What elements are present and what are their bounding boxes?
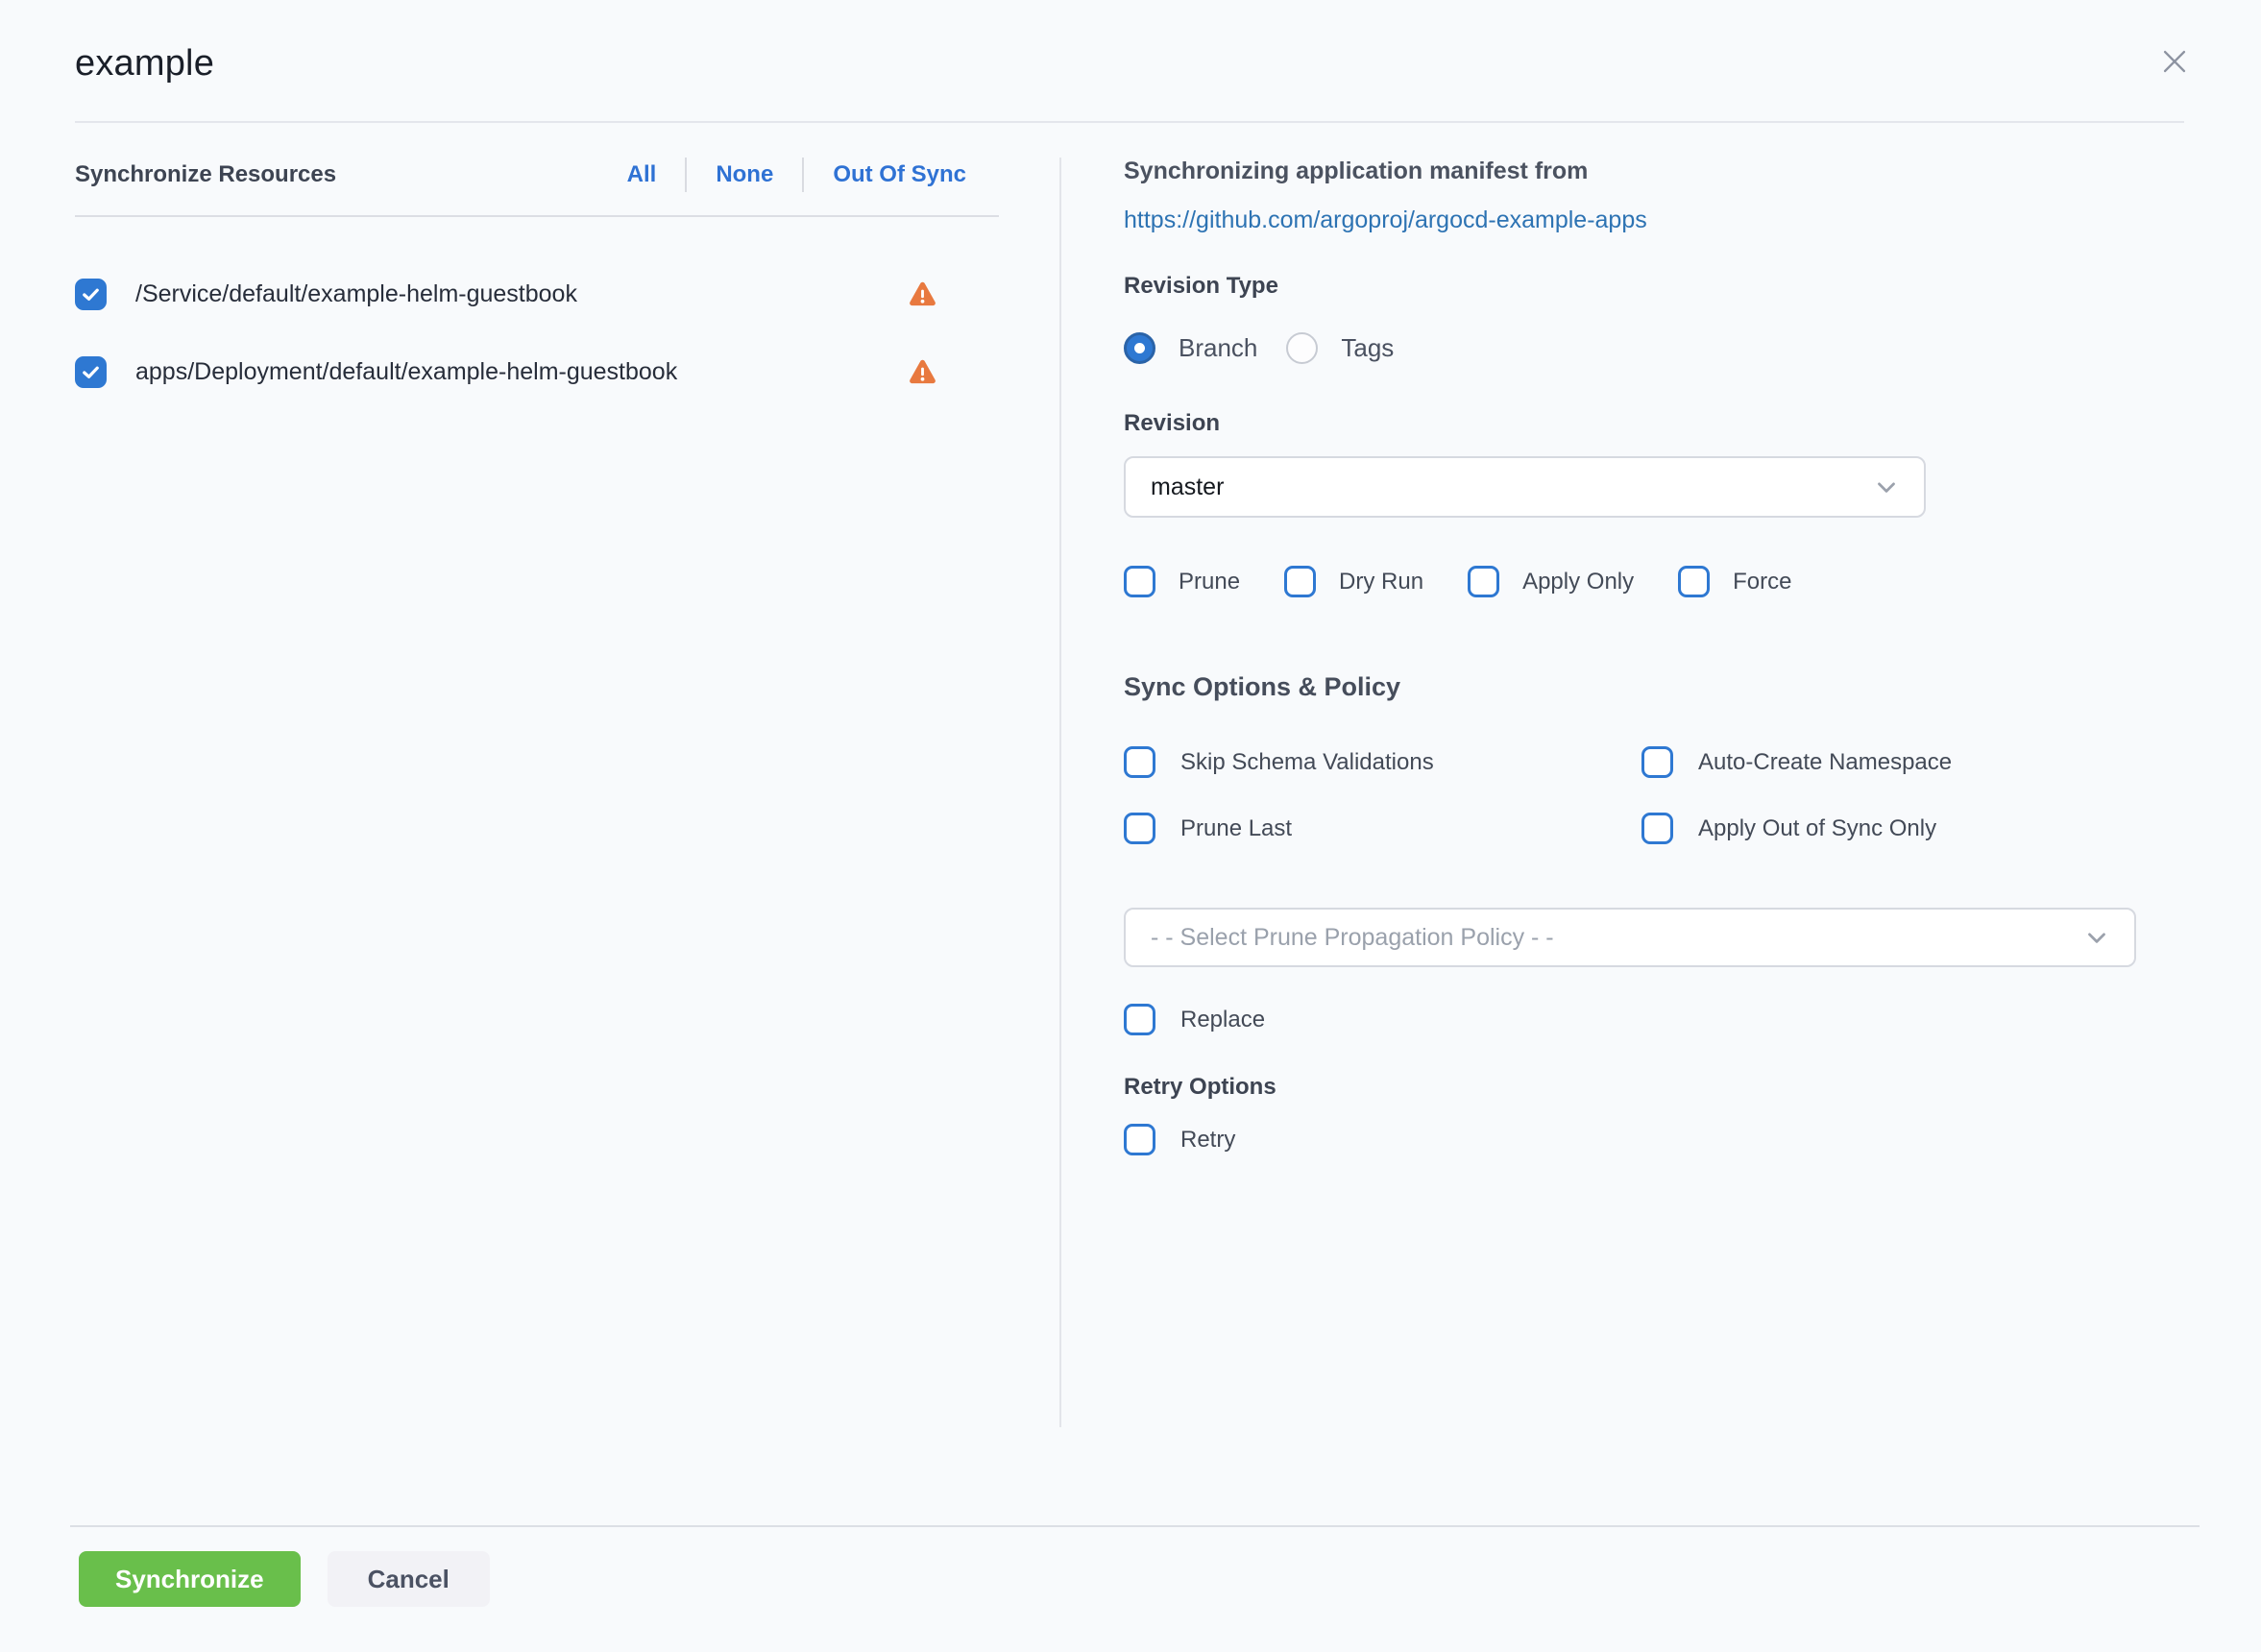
- prune-propagation-policy-select[interactable]: - - Select Prune Propagation Policy - -: [1124, 908, 2136, 967]
- resources-panel: Synchronize Resources All None Out Of Sy…: [75, 158, 999, 388]
- column-divider: [1059, 158, 1061, 1427]
- close-icon[interactable]: [2153, 40, 2196, 83]
- apply-only-label: Apply Only: [1522, 569, 1634, 595]
- option-skip-schema-validations[interactable]: Skip Schema Validations: [1124, 746, 1641, 778]
- sync-panel: example Synchronize Resources All None O…: [0, 0, 2261, 1652]
- filter-all[interactable]: All: [627, 161, 657, 188]
- sync-options-grid: Skip Schema Validations Auto-Create Name…: [1124, 746, 2184, 844]
- resource-checkbox[interactable]: [75, 279, 107, 310]
- option-apply-out-of-sync-only[interactable]: Apply Out of Sync Only: [1641, 813, 2184, 844]
- dry-run-label: Dry Run: [1339, 569, 1423, 595]
- revision-label: Revision: [1124, 410, 2184, 437]
- retry-label: Retry: [1180, 1127, 1235, 1154]
- force-checkbox[interactable]: [1678, 566, 1710, 597]
- prune-propagation-policy-placeholder: - - Select Prune Propagation Policy - -: [1151, 924, 1554, 952]
- manifest-source-label: Synchronizing application manifest from: [1124, 158, 2184, 185]
- prune-checkbox[interactable]: [1124, 566, 1155, 597]
- option-auto-create-namespace[interactable]: Auto-Create Namespace: [1641, 746, 2184, 778]
- apply-out-of-sync-only-checkbox[interactable]: [1641, 813, 1673, 844]
- sync-options-policy-heading: Sync Options & Policy: [1124, 672, 2184, 702]
- prune-label: Prune: [1179, 569, 1240, 595]
- checkmark-icon: [80, 283, 102, 305]
- replace-checkbox[interactable]: [1124, 1004, 1155, 1035]
- replace-label: Replace: [1180, 1007, 1265, 1033]
- chevron-down-icon: [1872, 473, 1901, 501]
- force-label: Force: [1733, 569, 1791, 595]
- option-prune-last[interactable]: Prune Last: [1124, 813, 1641, 844]
- resource-filters: All None Out Of Sync: [627, 158, 999, 192]
- panel-body: Synchronize Resources All None Out Of Sy…: [0, 123, 2261, 1525]
- skip-schema-validations-checkbox[interactable]: [1124, 746, 1155, 778]
- panel-footer: Synchronize Cancel: [70, 1525, 2200, 1652]
- warning-icon: [908, 357, 937, 387]
- filter-divider: [802, 158, 804, 192]
- radio-tags-label: Tags: [1341, 333, 1394, 363]
- radio-tags[interactable]: [1286, 332, 1318, 364]
- synchronize-resources-label: Synchronize Resources: [75, 161, 336, 188]
- synchronize-button[interactable]: Synchronize: [79, 1551, 301, 1607]
- apply-only-checkbox[interactable]: [1468, 566, 1499, 597]
- resource-label: /Service/default/example-helm-guestbook: [135, 280, 577, 308]
- prune-last-label: Prune Last: [1180, 815, 1292, 842]
- radio-option-tags[interactable]: Tags: [1286, 332, 1394, 364]
- auto-create-namespace-label: Auto-Create Namespace: [1698, 749, 1952, 776]
- flag-force[interactable]: Force: [1678, 566, 1791, 597]
- panel-header: example: [0, 0, 2261, 90]
- checkmark-icon: [80, 361, 102, 383]
- radio-branch[interactable]: [1124, 332, 1155, 364]
- flag-dry-run[interactable]: Dry Run: [1284, 566, 1423, 597]
- dry-run-checkbox[interactable]: [1284, 566, 1316, 597]
- apply-out-of-sync-only-label: Apply Out of Sync Only: [1698, 815, 1936, 842]
- revision-select[interactable]: master: [1124, 456, 1926, 518]
- resource-row[interactable]: /Service/default/example-helm-guestbook: [75, 279, 999, 310]
- warning-icon: [908, 279, 937, 309]
- filter-out-of-sync[interactable]: Out Of Sync: [833, 161, 966, 188]
- chevron-down-icon: [2082, 923, 2111, 952]
- sync-options-panel: Synchronizing application manifest from …: [1124, 158, 2184, 1155]
- resources-header: Synchronize Resources All None Out Of Sy…: [75, 158, 999, 217]
- retry-options-heading: Retry Options: [1124, 1074, 2184, 1101]
- flag-apply-only[interactable]: Apply Only: [1468, 566, 1634, 597]
- retry-checkbox[interactable]: [1124, 1124, 1155, 1155]
- resource-label: apps/Deployment/default/example-helm-gue…: [135, 358, 677, 386]
- revision-type-options: Branch Tags: [1124, 332, 2184, 364]
- option-retry[interactable]: Retry: [1124, 1124, 2184, 1155]
- revision-select-value: master: [1151, 474, 1224, 501]
- filter-none[interactable]: None: [716, 161, 773, 188]
- option-replace[interactable]: Replace: [1124, 1004, 2184, 1035]
- manifest-repo-link[interactable]: https://github.com/argoproj/argocd-examp…: [1124, 206, 1647, 234]
- revision-type-label: Revision Type: [1124, 273, 2184, 300]
- auto-create-namespace-checkbox[interactable]: [1641, 746, 1673, 778]
- flag-prune[interactable]: Prune: [1124, 566, 1240, 597]
- skip-schema-validations-label: Skip Schema Validations: [1180, 749, 1434, 776]
- page-title: example: [75, 36, 214, 90]
- resource-checkbox[interactable]: [75, 356, 107, 388]
- resource-list: /Service/default/example-helm-guestbook …: [75, 279, 999, 388]
- radio-option-branch[interactable]: Branch: [1124, 332, 1257, 364]
- sync-flags: Prune Dry Run Apply Only Force: [1124, 566, 2184, 597]
- cancel-button[interactable]: Cancel: [328, 1551, 490, 1607]
- radio-branch-label: Branch: [1179, 333, 1257, 363]
- prune-last-checkbox[interactable]: [1124, 813, 1155, 844]
- filter-divider: [685, 158, 687, 192]
- resource-row[interactable]: apps/Deployment/default/example-helm-gue…: [75, 356, 999, 388]
